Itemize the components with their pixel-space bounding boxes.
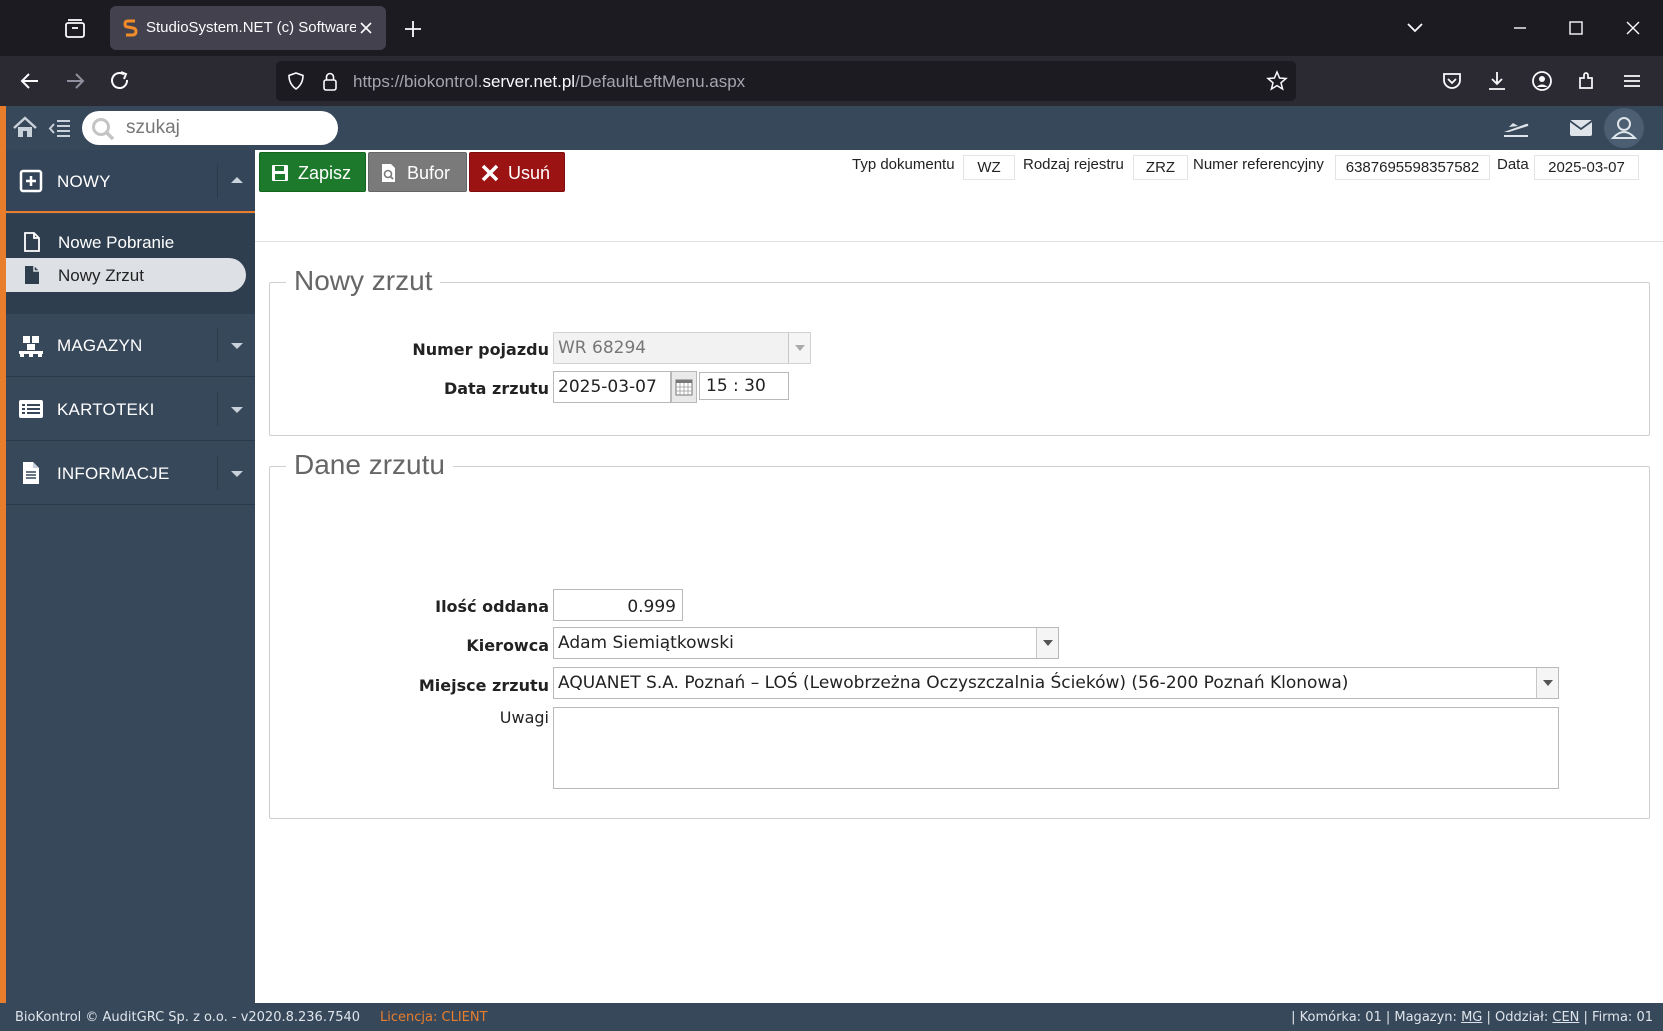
- hamburger-menu-icon[interactable]: [1619, 68, 1645, 94]
- buffer-button[interactable]: Bufor: [368, 152, 467, 192]
- extensions-icon[interactable]: [1574, 68, 1600, 94]
- reload-icon[interactable]: [107, 68, 133, 94]
- drop-place-label: Miejsce zrzutu: [418, 676, 549, 695]
- context-info: | Komórka: 01 | Magazyn: MG | Oddział: C…: [1291, 1010, 1653, 1025]
- vehicle-label: Numer pojazdu: [412, 340, 549, 359]
- app-topbar: [6, 106, 1663, 150]
- driver-label: Kierowca: [466, 636, 549, 655]
- sidebar-section-kartoteki[interactable]: KARTOTEKI: [6, 378, 255, 441]
- back-arrow-icon[interactable]: [17, 68, 43, 94]
- pallet-icon: [18, 332, 44, 358]
- x-icon: [480, 163, 500, 183]
- browser-navbar: https://biokontrol.server.net.pl/Default…: [0, 56, 1663, 106]
- notes-textarea[interactable]: [553, 707, 1559, 789]
- submenu-item-nowe-pobranie[interactable]: Nowe Pobranie: [6, 225, 246, 259]
- doc-type-value: WZ: [963, 155, 1015, 180]
- branch-link[interactable]: CEN: [1552, 1010, 1579, 1025]
- lock-icon[interactable]: [320, 70, 340, 92]
- sidebar-submenu: Nowe Pobranie Nowy Zrzut: [6, 214, 255, 314]
- browser-tabbar: StudioSystem.NET (c) SoftwareS: [0, 0, 1663, 56]
- delete-button[interactable]: Usuń: [469, 152, 565, 192]
- maximize-icon[interactable]: [1561, 14, 1591, 42]
- save-button[interactable]: Zapisz: [259, 152, 366, 192]
- download-icon[interactable]: [1484, 68, 1510, 94]
- chevron-down-icon[interactable]: [217, 328, 255, 362]
- document-search-icon: [379, 163, 399, 183]
- quantity-label: Ilość oddana: [435, 597, 549, 616]
- chevron-down-icon[interactable]: [217, 392, 255, 426]
- chevron-up-icon[interactable]: [217, 164, 255, 198]
- sidebar-section-label: NOWY: [57, 172, 111, 191]
- tab-list-icon[interactable]: [62, 16, 88, 42]
- pocket-icon[interactable]: [1439, 68, 1465, 94]
- reference-value: 6387695598357582: [1335, 155, 1490, 180]
- chevron-down-icon[interactable]: [1400, 14, 1430, 42]
- sidebar-section-nowy[interactable]: NOWY: [6, 150, 255, 213]
- list-card-icon: [18, 396, 44, 422]
- fieldset-new-drop: Nowy zrzut Numer pojazdu WR 68294 Data z…: [269, 265, 1650, 436]
- drop-time-input[interactable]: 15 : 30: [699, 372, 789, 400]
- search-icon: [90, 116, 116, 142]
- bookmark-star-icon[interactable]: [1266, 70, 1288, 92]
- sidebar: NOWY Nowe Pobranie Nowy Zrzut MAGAZYN KA…: [6, 150, 255, 1003]
- forward-arrow-icon[interactable]: [62, 68, 88, 94]
- menu-collapse-icon[interactable]: [48, 116, 72, 140]
- file-outline-icon: [22, 231, 42, 253]
- doc-type-label: Typ dokumentu: [852, 156, 955, 173]
- address-bar[interactable]: https://biokontrol.server.net.pl/Default…: [276, 61, 1296, 101]
- date-value: 2025-03-07: [1534, 155, 1639, 180]
- url-text: https://biokontrol.server.net.pl/Default…: [353, 72, 746, 91]
- plane-icon[interactable]: [1501, 114, 1531, 142]
- toolbar: Zapisz Bufor Usuń Typ dokumentu WZ Rodza…: [255, 150, 1663, 242]
- license-text: Licencja: CLIENT: [380, 1010, 488, 1025]
- plus-square-icon: [18, 168, 44, 194]
- tab-title: StudioSystem.NET (c) SoftwareS: [146, 19, 356, 36]
- drop-date-input[interactable]: 2025-03-07: [553, 371, 671, 403]
- fieldset-legend: Nowy zrzut: [286, 265, 441, 297]
- register-label: Rodzaj rejestru: [1023, 156, 1124, 173]
- new-tab-icon[interactable]: [400, 16, 426, 42]
- user-icon: [1610, 117, 1638, 139]
- quantity-input[interactable]: 0.999: [553, 589, 683, 621]
- submenu-item-nowy-zrzut[interactable]: Nowy Zrzut: [6, 258, 246, 292]
- document-icon: [18, 460, 44, 486]
- browser-tab[interactable]: StudioSystem.NET (c) SoftwareS: [110, 6, 386, 50]
- home-icon[interactable]: [12, 115, 38, 141]
- sidebar-section-informacje[interactable]: INFORMACJE: [6, 442, 255, 505]
- register-value: ZRZ: [1133, 155, 1188, 180]
- calendar-icon[interactable]: [671, 371, 697, 403]
- sidebar-section-magazyn[interactable]: MAGAZYN: [6, 314, 255, 377]
- chevron-down-icon[interactable]: [217, 456, 255, 490]
- driver-select[interactable]: Adam Siemiątkowski: [553, 627, 1059, 659]
- account-icon[interactable]: [1529, 68, 1555, 94]
- date-label: Data: [1497, 156, 1529, 173]
- floppy-disk-icon: [270, 163, 290, 183]
- studiosystem-logo-icon: [122, 19, 140, 37]
- dropdown-arrow-icon[interactable]: [788, 333, 810, 363]
- main-content: Zapisz Bufor Usuń Typ dokumentu WZ Rodza…: [255, 150, 1663, 1003]
- warehouse-link[interactable]: MG: [1461, 1010, 1482, 1025]
- user-avatar[interactable]: [1604, 108, 1644, 148]
- reference-label: Numer referencyjny: [1193, 156, 1324, 173]
- search-box[interactable]: [82, 111, 338, 145]
- search-input[interactable]: [126, 115, 326, 141]
- mail-icon[interactable]: [1566, 114, 1596, 142]
- vehicle-select[interactable]: WR 68294: [553, 332, 811, 364]
- fieldset-drop-data: Dane zrzutu Ilość oddana 0.999 Kierowca …: [269, 449, 1650, 819]
- close-window-icon[interactable]: [1618, 14, 1648, 42]
- dropdown-arrow-icon[interactable]: [1536, 668, 1558, 698]
- dropdown-arrow-icon[interactable]: [1036, 628, 1058, 658]
- minimize-icon[interactable]: [1505, 14, 1535, 42]
- drop-date-label: Data zrzutu: [443, 379, 549, 398]
- status-bar: BioKontrol © AuditGRC Sp. z o.o. - v2020…: [0, 1003, 1663, 1031]
- close-tab-icon[interactable]: [356, 18, 376, 38]
- file-filled-icon: [22, 264, 42, 286]
- version-text: BioKontrol © AuditGRC Sp. z o.o. - v2020…: [15, 1010, 361, 1025]
- drop-place-select[interactable]: AQUANET S.A. Poznań – LOŚ (Lewobrzeżna O…: [553, 667, 1559, 699]
- notes-label: Uwagi: [499, 708, 549, 727]
- app: NOWY Nowe Pobranie Nowy Zrzut: [0, 106, 1663, 1031]
- fieldset-legend: Dane zrzutu: [286, 449, 453, 481]
- shield-icon[interactable]: [286, 71, 306, 91]
